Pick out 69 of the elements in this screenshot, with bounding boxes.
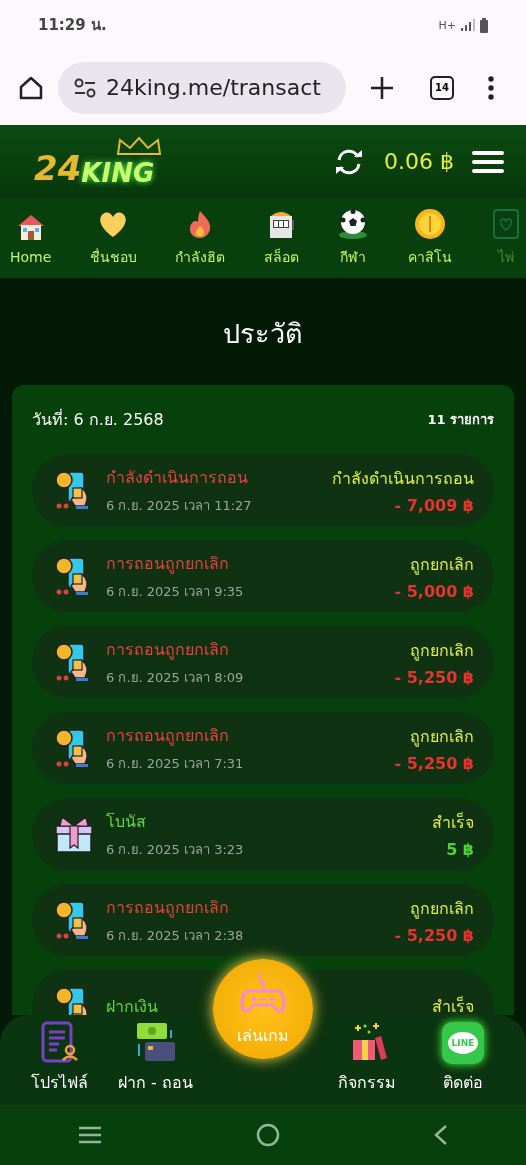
tune-icon[interactable]: [74, 77, 96, 98]
logo-number: 24: [34, 147, 82, 188]
transaction-title: การถอนถูกยกเลิก: [106, 552, 230, 576]
transaction-time: 6 ก.ย. 2025 เวลา 9:35: [106, 582, 245, 601]
transaction-time: 6 ก.ย. 2025 เวลา 11:27: [106, 496, 253, 515]
page-title: ประวัติ: [222, 317, 304, 351]
transaction-status: กำลังดำเนินการถอน: [332, 467, 474, 490]
transaction-title: การถอนถูกยกเลิก: [106, 638, 230, 662]
transaction-title: การถอนถูกยกเลิก: [106, 896, 230, 920]
history-date: วันที่: 6 ก.ย. 2568: [32, 408, 164, 431]
crown-icon: [116, 135, 163, 156]
coin-icon: [413, 208, 446, 240]
home-circle-icon[interactable]: [256, 1123, 280, 1147]
transaction-time: 6 ก.ย. 2025 เวลา 2:38: [106, 926, 245, 945]
home-icon[interactable]: [18, 74, 44, 101]
transaction-status: ถูกยกเลิก: [410, 553, 474, 577]
transaction-amount: - 5,000 ฿: [394, 581, 474, 601]
site-logo[interactable]: 24KING: [34, 135, 163, 188]
transaction-row[interactable]: การถอนถูกยกเลิก 6 ก.ย. 2025 เวลา 2:38 ถูกยกเลิก - 5,250 ฿: [32, 884, 494, 956]
category-item[interactable]: ชื่นชอบ: [89, 208, 137, 268]
gift-icon: [54, 814, 94, 854]
category-item[interactable]: คาสิโน: [407, 208, 452, 268]
recent-apps-icon[interactable]: [76, 1125, 103, 1145]
url-text: 24king.me/transact: [106, 75, 321, 100]
more-icon[interactable]: [488, 75, 494, 100]
transaction-time: 6 ก.ย. 2025 เวลา 8:09: [106, 668, 245, 687]
category-item[interactable]: Home: [10, 211, 52, 265]
transaction-row[interactable]: กำลังดำเนินการถอน 6 ก.ย. 2025 เวลา 11:27 กำลังดำเนินการถอน - 7,009 ฿: [32, 454, 494, 526]
address-bar[interactable]: 24king.me/transact: [58, 61, 346, 114]
status-time: 11:29 น.: [38, 15, 107, 36]
transaction-time: 6 ก.ย. 2025 เวลา 7:31: [106, 754, 245, 773]
transaction-title: การถอนถูกยกเลิก: [106, 724, 230, 748]
transaction-status: ถูกยกเลิก: [410, 639, 474, 663]
transaction-row[interactable]: การถอนถูกยกเลิก 6 ก.ย. 2025 เวลา 8:09 ถูกยกเลิก - 5,250 ฿: [32, 626, 494, 698]
transaction-status: ถูกยกเลิก: [410, 897, 474, 921]
battery-icon: [480, 17, 488, 33]
transaction-amount: - 5,250 ฿: [394, 753, 474, 773]
transaction-title: ฝากเงิน: [106, 995, 159, 1015]
transaction-row[interactable]: การถอนถูกยกเลิก 6 ก.ย. 2025 เวลา 7:31 ถูกยกเลิก - 5,250 ฿: [32, 712, 494, 784]
transaction-status: สำเร็จ: [432, 811, 474, 834]
category-item[interactable]: กำลังฮิต: [175, 208, 226, 268]
transaction-row[interactable]: โบนัส 6 ก.ย. 2025 เวลา 3:23 สำเร็จ 5 ฿: [32, 798, 494, 870]
item-count: 11 รายการ: [427, 411, 494, 429]
category-item[interactable]: สล็อต: [263, 208, 299, 268]
network-type: H+: [438, 18, 456, 32]
transaction-time: 6 ก.ย. 2025 เวลา 3:23: [106, 840, 245, 859]
nav-item[interactable]: กิจกรรม: [325, 1020, 408, 1095]
nav-item[interactable]: ฝาก - ถอน: [114, 1020, 197, 1095]
nav-item[interactable]: LINE ติดต่อ: [422, 1022, 504, 1095]
balance-amount: 0.06 ฿: [384, 149, 454, 174]
plus-icon[interactable]: [370, 75, 394, 100]
transaction-title: กำลังดำเนินการถอน: [106, 466, 249, 489]
refresh-icon[interactable]: [334, 148, 364, 175]
tab-count-button[interactable]: 14: [430, 75, 454, 100]
transaction-status: ถูกยกเลิก: [410, 725, 474, 749]
transaction-amount: - 5,250 ฿: [394, 667, 474, 687]
transaction-status: สำเร็จ: [432, 995, 474, 1015]
transaction-row[interactable]: การถอนถูกยกเลิก 6 ก.ย. 2025 เวลา 9:35 ถูกยกเลิก - 5,000 ฿: [32, 540, 494, 612]
nav-item[interactable]: โปรไฟล์: [18, 1020, 100, 1095]
signal-icon: [461, 19, 475, 31]
transaction-title: โบนัส: [106, 810, 147, 833]
transaction-amount: - 5,250 ฿: [394, 925, 474, 945]
category-item[interactable]: กีฬา: [337, 208, 370, 268]
menu-icon[interactable]: [472, 149, 504, 174]
transaction-amount: 5 ฿: [446, 839, 474, 859]
logo-word: KING: [81, 157, 155, 188]
transaction-amount: - 7,009 ฿: [394, 495, 474, 515]
soccer-ball-icon: [337, 208, 370, 240]
line-logo-text: LINE: [447, 1032, 479, 1054]
